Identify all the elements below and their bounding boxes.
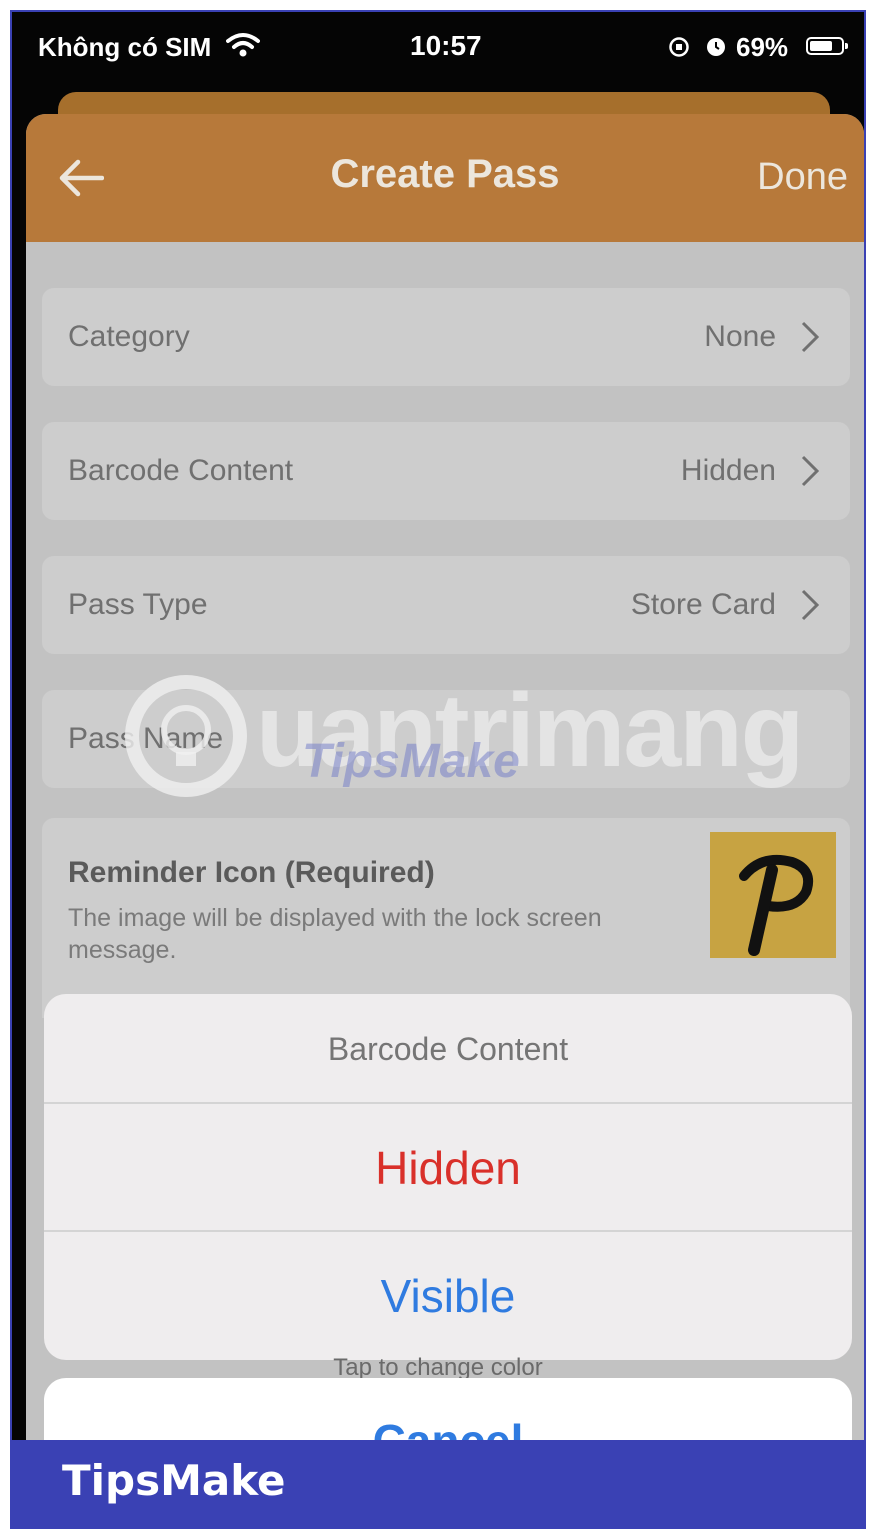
watermark-sub: TipsMake xyxy=(302,735,520,788)
row-label: Barcode Content xyxy=(68,454,294,487)
action-sheet: Barcode Content Hidden Visible xyxy=(44,994,852,1360)
row-label: Pass Type xyxy=(68,588,208,621)
wifi-icon xyxy=(226,33,260,57)
chevron-right-icon xyxy=(801,589,820,621)
battery-icon xyxy=(806,37,848,55)
reminder-icon-image[interactable] xyxy=(710,832,836,958)
battery-percent: 69% xyxy=(736,32,789,62)
cancel-label: Cancel xyxy=(44,1414,852,1440)
carrier-label: Không có SIM xyxy=(38,32,212,62)
chevron-right-icon xyxy=(801,455,820,487)
pass-type-row[interactable]: Pass Type Store Card xyxy=(42,556,850,654)
row-value: Hidden xyxy=(680,454,776,487)
clock-label: 10:57 xyxy=(410,30,482,61)
alarm-icon xyxy=(707,38,725,56)
row-label: Category xyxy=(68,320,190,353)
tipsmake-brand: TipsMake xyxy=(62,1456,286,1505)
lightbulb-logo-icon xyxy=(125,675,247,797)
done-button[interactable]: Done xyxy=(757,156,848,199)
page-title: Create Pass xyxy=(330,152,560,196)
barcode-content-row[interactable]: Barcode Content Hidden xyxy=(42,422,850,520)
reminder-description: The image will be displayed with the loc… xyxy=(68,904,602,964)
nav-bar: Create Pass Done xyxy=(26,114,864,242)
cancel-button[interactable]: Cancel xyxy=(44,1378,852,1440)
row-value: Store Card xyxy=(630,588,776,621)
reminder-title: Reminder Icon (Required) xyxy=(68,856,435,889)
status-bar: Không có SIM 10:57 69% xyxy=(12,12,864,84)
chevron-right-icon xyxy=(801,321,820,353)
rotation-lock-icon xyxy=(669,37,689,57)
phone-screen: Không có SIM 10:57 69% Create Pass Done … xyxy=(12,12,864,1440)
letter-p-icon xyxy=(739,854,814,956)
hidden-option[interactable]: Hidden xyxy=(44,1104,852,1232)
action-sheet-title: Barcode Content xyxy=(44,994,852,1104)
watermark: uantrimang TipsMake xyxy=(116,664,804,814)
reminder-icon-row[interactable]: Reminder Icon (Required) The image will … xyxy=(42,818,850,1018)
tipsmake-frame: Không có SIM 10:57 69% Create Pass Done … xyxy=(10,10,866,1529)
category-row[interactable]: Category None xyxy=(42,288,850,386)
row-value: None xyxy=(704,320,776,353)
visible-option[interactable]: Visible xyxy=(44,1232,852,1360)
